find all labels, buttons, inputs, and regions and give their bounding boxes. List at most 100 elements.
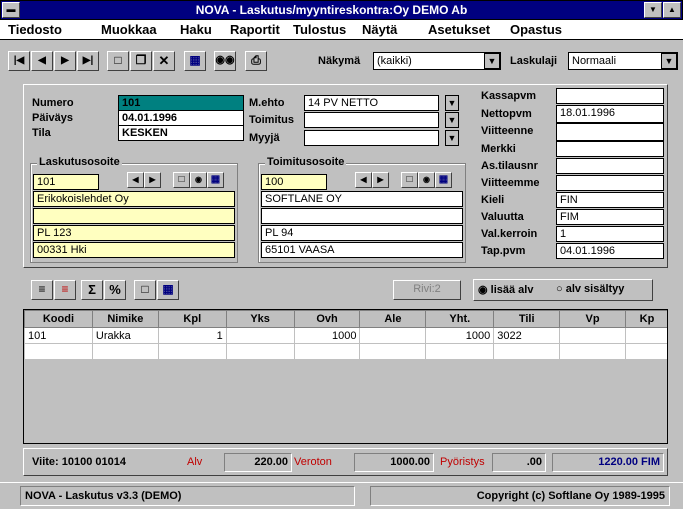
cell-nimike[interactable]: Urakka: [91, 327, 159, 344]
type-dropdown-button[interactable]: ▼: [661, 53, 677, 69]
delivery-line-3[interactable]: PL 94: [261, 225, 463, 241]
astilausnr-field[interactable]: [556, 158, 664, 174]
empty-cell[interactable]: [225, 343, 295, 360]
billing-code-field[interactable]: 101: [33, 174, 99, 190]
menu-muokkaa[interactable]: Muokkaa: [101, 22, 157, 37]
binoculars-icon[interactable]: ◉◉: [214, 51, 236, 71]
col-koodi[interactable]: Koodi: [24, 310, 93, 328]
menu-asetukset[interactable]: Asetukset: [428, 22, 490, 37]
view-select[interactable]: (kaikki): [373, 52, 501, 70]
mehto-field[interactable]: 14 PV NETTO: [304, 95, 439, 111]
empty-cell[interactable]: [559, 343, 627, 360]
menu-haku[interactable]: Haku: [180, 22, 212, 37]
insert-row-button[interactable]: ≡: [31, 280, 53, 300]
cell-vp[interactable]: [559, 327, 627, 344]
rivi-button[interactable]: Rivi:2: [393, 280, 461, 300]
delivery-prev-button[interactable]: ◀: [355, 172, 372, 188]
merkki-field[interactable]: [556, 141, 664, 157]
minimize-button[interactable]: ▼: [644, 2, 662, 18]
delivery-new-button[interactable]: □: [401, 172, 418, 188]
delivery-line-2[interactable]: [261, 208, 463, 224]
view-dropdown-button[interactable]: ▼: [484, 53, 500, 69]
table-row-empty[interactable]: [24, 343, 667, 360]
col-nimike[interactable]: Nimike: [91, 310, 159, 328]
valkerroin-field[interactable]: 1: [556, 226, 664, 242]
billing-prev-button[interactable]: ◀: [127, 172, 144, 188]
nettopvm-field[interactable]: 18.01.1996: [556, 105, 664, 123]
billing-new-button[interactable]: □: [173, 172, 190, 188]
delivery-code-field[interactable]: 100: [261, 174, 327, 190]
next-record-button[interactable]: ▶: [54, 51, 76, 71]
empty-cell[interactable]: [24, 343, 93, 360]
cell-kp[interactable]: [625, 327, 667, 344]
row-new-button[interactable]: □: [134, 280, 156, 300]
empty-cell[interactable]: [425, 343, 495, 360]
rows-grid[interactable]: Koodi Nimike Kpl Yks Ovh Ale Yht. Tili V…: [23, 309, 668, 444]
first-record-button[interactable]: |◀: [8, 51, 30, 71]
cell-koodi[interactable]: 101: [24, 327, 93, 344]
col-ovh[interactable]: Ovh: [293, 310, 361, 328]
billing-line-1[interactable]: Erikokoislehdet Oy: [33, 191, 235, 207]
empty-cell[interactable]: [157, 343, 227, 360]
valuutta-field[interactable]: FIM: [556, 209, 664, 225]
menu-nayta[interactable]: Näytä: [362, 22, 397, 37]
kieli-field[interactable]: FIN: [556, 192, 664, 208]
viitteemme-field[interactable]: [556, 175, 664, 191]
delivery-line-1[interactable]: SOFTLANE OY: [261, 191, 463, 207]
empty-cell[interactable]: [359, 343, 427, 360]
col-yks[interactable]: Yks: [225, 310, 295, 328]
previous-record-button[interactable]: ◀: [31, 51, 53, 71]
delivery-search-icon[interactable]: ◉: [418, 172, 435, 188]
paivays-field[interactable]: 04.01.1996: [118, 110, 244, 126]
cell-kpl[interactable]: 1: [157, 327, 227, 344]
maximize-button[interactable]: ▲: [663, 2, 681, 18]
billing-line-2[interactable]: [33, 208, 235, 224]
billing-next-button[interactable]: ▶: [144, 172, 161, 188]
billing-calendar-icon[interactable]: ▦: [207, 172, 224, 188]
delete-button[interactable]: ✕: [153, 51, 175, 71]
row-calendar-icon[interactable]: ▦: [157, 280, 179, 300]
empty-cell[interactable]: [293, 343, 361, 360]
menu-opastus[interactable]: Opastus: [510, 22, 562, 37]
toimitus-dropdown-button[interactable]: ▼: [445, 112, 459, 128]
mehto-dropdown-button[interactable]: ▼: [445, 95, 459, 111]
col-kpl[interactable]: Kpl: [157, 310, 227, 328]
delivery-line-4[interactable]: 65101 VAASA: [261, 242, 463, 258]
col-yht[interactable]: Yht.: [425, 310, 495, 328]
menu-raportit[interactable]: Raportit: [230, 22, 280, 37]
cell-ale[interactable]: [359, 327, 427, 344]
cell-tili[interactable]: 3022: [493, 327, 561, 344]
cell-yks[interactable]: [225, 327, 295, 344]
sum-button[interactable]: Σ: [81, 280, 103, 300]
toimitus-field[interactable]: [304, 112, 439, 128]
myyja-dropdown-button[interactable]: ▼: [445, 130, 459, 146]
menu-tulostus[interactable]: Tulostus: [293, 22, 346, 37]
new-document-button[interactable]: □: [107, 51, 129, 71]
empty-cell[interactable]: [493, 343, 561, 360]
col-kp[interactable]: Kp: [625, 310, 667, 328]
delete-row-button[interactable]: ≡: [54, 280, 76, 300]
billing-line-3[interactable]: PL 123: [33, 225, 235, 241]
kassapvm-field[interactable]: [556, 88, 664, 104]
printer-icon[interactable]: ⎙: [245, 51, 267, 71]
myyja-field[interactable]: [304, 130, 439, 146]
col-ale[interactable]: Ale: [359, 310, 427, 328]
numero-field[interactable]: 101: [118, 95, 244, 111]
col-tili[interactable]: Tili: [493, 310, 561, 328]
delivery-calendar-icon[interactable]: ▦: [435, 172, 452, 188]
copy-document-button[interactable]: ❐: [130, 51, 152, 71]
empty-cell[interactable]: [91, 343, 159, 360]
system-menu-button[interactable]: ▬: [2, 2, 20, 18]
calendar-icon[interactable]: ▦: [184, 51, 206, 71]
cell-ovh[interactable]: 1000: [293, 327, 361, 344]
alv-sisaltyy-radio[interactable]: ○ alv sisältyy: [556, 283, 624, 295]
empty-cell[interactable]: [625, 343, 667, 360]
cell-yht[interactable]: 1000: [425, 327, 495, 344]
viitteenne-field[interactable]: [556, 123, 664, 141]
tappvm-field[interactable]: 04.01.1996: [556, 243, 664, 259]
table-row[interactable]: 101 Urakka 1 1000 1000 3022: [24, 327, 667, 344]
lisaa-alv-radio[interactable]: ◉ lisää alv: [478, 283, 533, 296]
last-record-button[interactable]: ▶|: [77, 51, 99, 71]
col-vp[interactable]: Vp: [559, 310, 627, 328]
tila-field[interactable]: KESKEN: [118, 125, 244, 141]
